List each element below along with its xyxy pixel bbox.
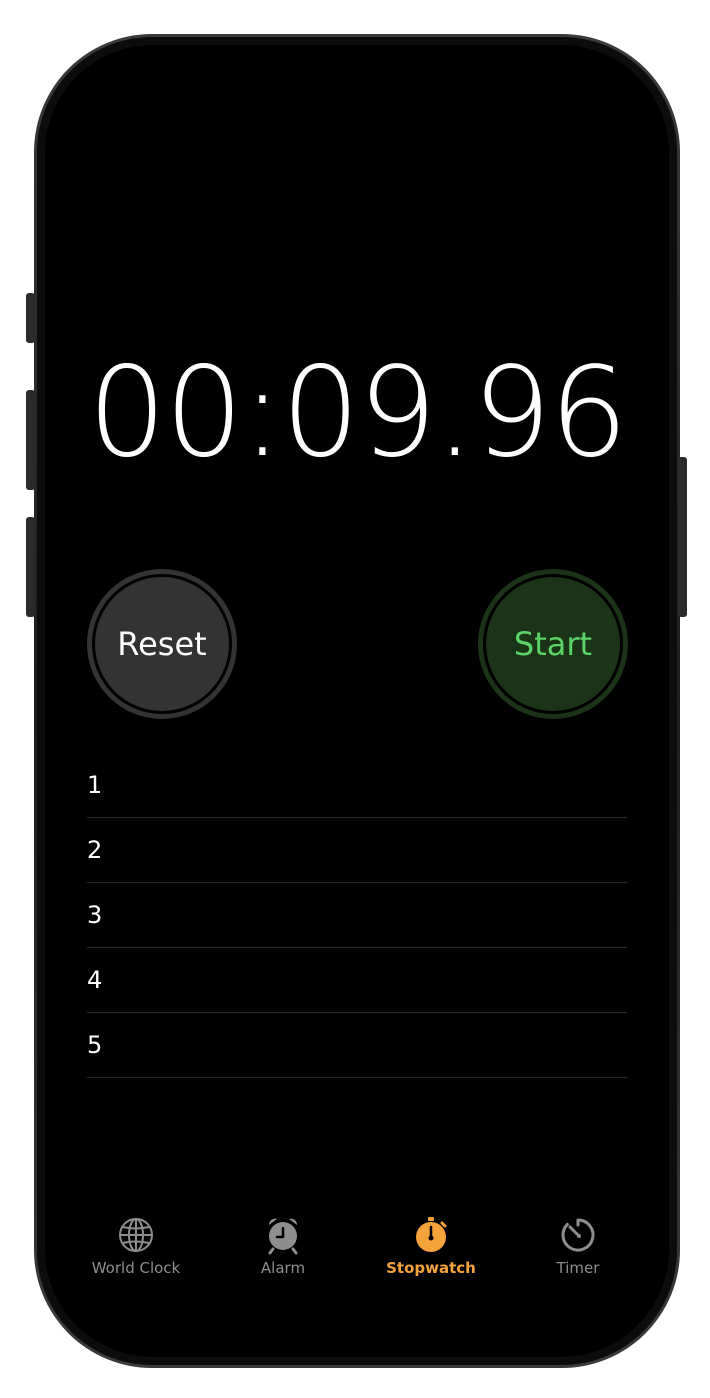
lap-number: 5	[87, 1031, 103, 1059]
start-button-label: Start	[513, 625, 593, 663]
tab-alarm[interactable]: Alarm	[223, 1215, 343, 1277]
lap-row: 2	[87, 818, 627, 883]
globe-icon	[119, 1218, 153, 1252]
lap-row: 5	[87, 1013, 627, 1078]
tab-bar: World Clock Alarm Stopwatch Timer	[45, 1215, 669, 1295]
tab-label: Stopwatch	[386, 1259, 476, 1277]
phone-frame: 00:09.96 Reset Start 1 2 3 4 5 World Clo…	[34, 34, 680, 1368]
lap-number: 4	[87, 966, 103, 994]
tab-world-clock[interactable]: World Clock	[76, 1215, 196, 1277]
lap-row: 3	[87, 883, 627, 948]
volume-down-button	[26, 517, 35, 617]
power-button	[678, 457, 687, 617]
stopwatch-icon	[416, 1217, 447, 1252]
alarm-clock-icon	[268, 1218, 298, 1255]
lap-number: 1	[87, 771, 103, 799]
screen: 00:09.96 Reset Start 1 2 3 4 5 World Clo…	[45, 45, 669, 1357]
reset-button[interactable]: Reset	[87, 569, 237, 719]
start-button[interactable]: Start	[478, 569, 628, 719]
reset-button-label: Reset	[117, 625, 207, 663]
stopwatch-time: 00:09.96	[87, 341, 629, 485]
lap-list: 1 2 3 4 5	[87, 753, 627, 1078]
lap-number: 2	[87, 836, 103, 864]
tab-label: World Clock	[91, 1259, 181, 1277]
tab-stopwatch[interactable]: Stopwatch	[371, 1215, 491, 1277]
tab-label: Alarm	[260, 1259, 306, 1277]
volume-up-button	[26, 390, 35, 490]
lap-row: 1	[87, 753, 627, 818]
tab-timer[interactable]: Timer	[518, 1215, 638, 1277]
tab-label: Timer	[556, 1259, 600, 1277]
lap-number: 3	[87, 901, 103, 929]
action-button	[26, 293, 35, 343]
lap-row: 4	[87, 948, 627, 1013]
timer-icon	[561, 1218, 595, 1252]
